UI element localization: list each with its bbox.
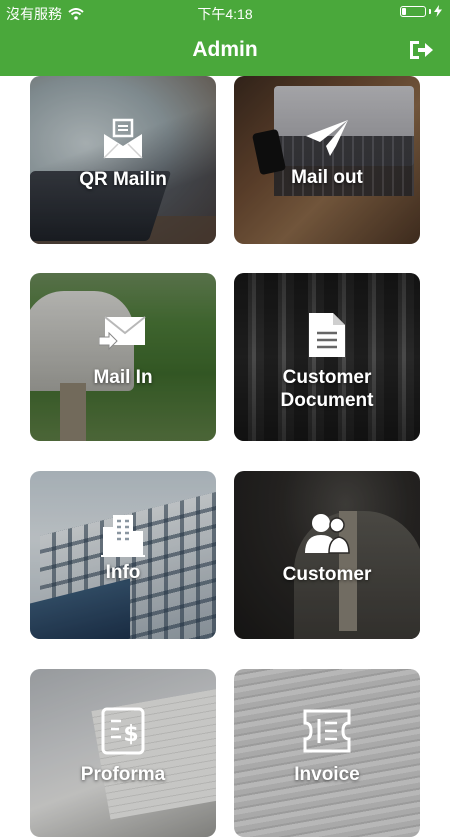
tile-label: Invoice (294, 764, 360, 785)
tile-label: Customer (282, 564, 372, 585)
users-icon (234, 511, 420, 555)
tile-label: Proforma (80, 764, 166, 785)
paper-plane-icon (234, 118, 420, 158)
tile-customer-document[interactable]: Customer Document (234, 273, 420, 441)
tile-invoice[interactable]: Invoice (234, 669, 420, 837)
status-right (400, 5, 442, 17)
tile-customer[interactable]: Customer (234, 471, 420, 639)
battery-icon (400, 5, 426, 17)
tile-label: Mail out (291, 167, 363, 188)
battery-level (402, 7, 406, 15)
page-title: Admin (192, 38, 258, 61)
logout-icon (408, 38, 434, 62)
mail-open-icon (30, 116, 216, 160)
mail-in-icon (30, 315, 216, 351)
tile-label: Mail In (93, 367, 153, 388)
tile-label: QR Mailin (79, 169, 167, 190)
invoice-icon (234, 709, 420, 753)
tile-qr-mailin[interactable]: QR Mailin (30, 76, 216, 244)
tile-overlay (30, 76, 216, 244)
status-time: 下午4:18 (197, 6, 253, 22)
building-icon (30, 513, 216, 557)
tile-overlay (30, 273, 216, 441)
receipt-dollar-icon: $ (30, 707, 216, 755)
app-header: Admin (0, 24, 450, 76)
status-bar: 沒有服務 下午4:18 (0, 0, 450, 24)
battery-tip (429, 8, 431, 14)
tile-mail-out[interactable]: Mail out (234, 76, 420, 244)
tile-mail-in[interactable]: Mail In (30, 273, 216, 441)
tile-label: Customer Document (280, 367, 374, 411)
document-icon (234, 311, 420, 359)
tile-overlay (234, 669, 420, 837)
tile-overlay (234, 76, 420, 244)
tile-label: Info (105, 562, 141, 583)
tile-proforma[interactable]: $ Proforma (30, 669, 216, 837)
svg-text:$: $ (123, 722, 138, 747)
logout-button[interactable] (408, 38, 434, 62)
tile-overlay (234, 471, 420, 639)
tile-info[interactable]: Info (30, 471, 216, 639)
charging-icon (434, 5, 442, 17)
